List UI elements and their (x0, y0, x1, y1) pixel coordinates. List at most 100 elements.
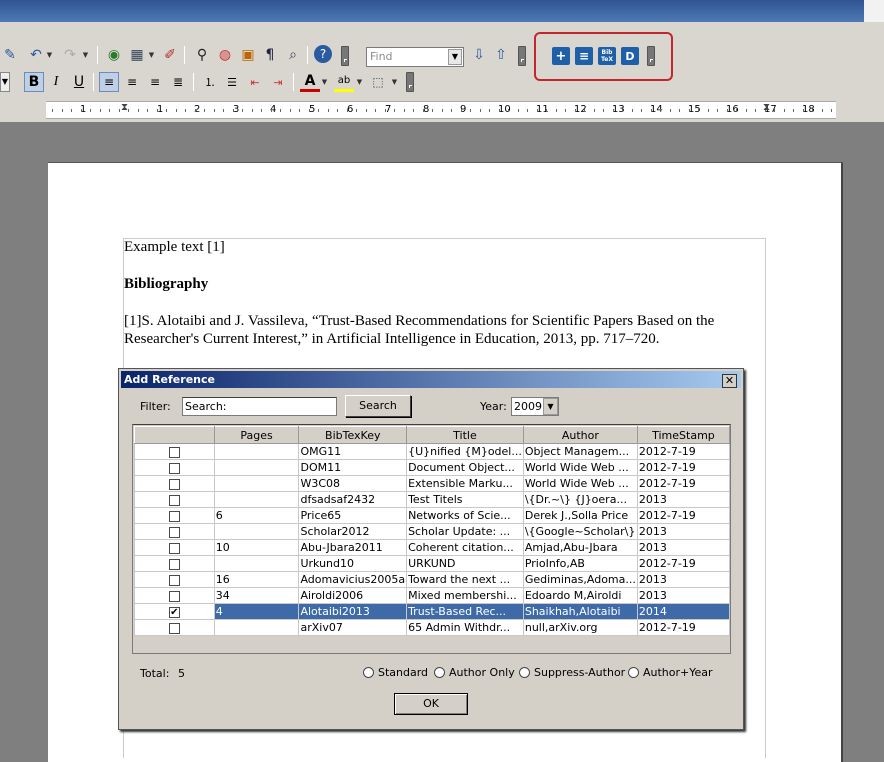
highlight-button[interactable]: ab (334, 72, 354, 92)
table-row[interactable]: 34 Airoldi2006 Mixed membershi... Edoardo M… (134, 587, 730, 604)
search-button[interactable]: Search (345, 395, 411, 417)
radio-circle-icon[interactable] (363, 667, 374, 678)
ruler-indent-marker-icon[interactable]: ⧗ (121, 102, 128, 113)
compass-icon[interactable]: ◍ (215, 45, 235, 65)
radio-author-only[interactable]: Author Only (434, 666, 515, 679)
underline-button[interactable]: U (69, 72, 89, 92)
table-icon[interactable]: ▦ (127, 45, 147, 65)
pilcrow-icon[interactable]: ¶ (260, 45, 280, 65)
ok-button[interactable]: OK (394, 693, 468, 715)
row-checkbox[interactable] (168, 478, 180, 490)
document-icon[interactable]: D (621, 47, 639, 65)
search-input[interactable]: Search: (182, 397, 337, 416)
table-row[interactable]: dfsadsaf2432 Test Titels \{Dr.~\} {J}oera.… (134, 491, 730, 508)
column-header[interactable]: Pages (213, 426, 300, 444)
justify-icon[interactable]: ≣ (168, 72, 188, 92)
toolbar-grip[interactable] (647, 46, 655, 66)
table-row[interactable]: 6 Price65 Networks of Scie... Derek J.,Soll… (134, 507, 730, 524)
doc-bibliography-heading[interactable]: Bibliography (124, 276, 208, 293)
font-color-dropdown[interactable]: ▼ (321, 72, 328, 92)
doc-reference-line-2[interactable]: Researcher's Current Interest,” in Artif… (124, 331, 659, 348)
decrease-indent-icon[interactable]: ⇤ (245, 72, 265, 92)
row-checkbox[interactable] (168, 542, 180, 554)
table-row[interactable]: 16 Adomavicius2005a Toward the next ... Ged… (134, 571, 730, 588)
radio-circle-icon[interactable] (628, 667, 639, 678)
cell-pages (213, 555, 300, 572)
navigator-icon[interactable]: ◉ (104, 45, 124, 65)
table-row[interactable]: OMG11 {U}nified {M}odel... Object Managem.… (134, 443, 730, 460)
ruler-tick (52, 109, 53, 112)
radio-suppress-author[interactable]: Suppress-Author (519, 666, 625, 679)
row-checkbox[interactable] (168, 558, 180, 570)
doc-reference-line-1[interactable]: [1]S. Alotaibi and J. Vassileva, “Trust-… (124, 313, 714, 330)
ruler[interactable]: 1 1 2 3 4 5 6 7 8 9 10 11 12 13 14 15 16 17 18 ⧗ ⧗ (46, 101, 836, 119)
draw-icon[interactable]: ✐ (160, 45, 180, 65)
redo-icon[interactable]: ↷ (60, 45, 80, 65)
table-row[interactable]: Urkund10 URKUND PrioInfo,AB 2012-7-19 (134, 555, 730, 572)
font-color-button[interactable]: A (300, 72, 320, 92)
table-row[interactable]: DOM11 Document Object... World Wide Web ..… (134, 459, 730, 476)
align-right-icon[interactable]: ≡ (145, 72, 165, 92)
radio-circle-icon[interactable] (519, 667, 530, 678)
radio-standard[interactable]: Standard (363, 666, 428, 679)
row-checkbox[interactable]: ✔ (168, 606, 180, 618)
row-checkbox[interactable] (168, 446, 180, 458)
find-up-icon[interactable]: ⇧ (491, 45, 511, 65)
toolbar-grip[interactable] (341, 46, 349, 66)
align-left-icon[interactable]: ≡ (99, 72, 119, 92)
table-row[interactable]: W3C08 Extensible Marku... World Wide Web .… (134, 475, 730, 492)
chevron-down-icon[interactable]: ▼ (543, 398, 558, 415)
reference-table[interactable]: Pages BibTexKey Title Author TimeStamp OMG11… (132, 424, 731, 654)
align-center-icon[interactable]: ≡ (122, 72, 142, 92)
bibtex-icon[interactable]: Bib TeX (598, 47, 616, 65)
row-checkbox[interactable] (168, 574, 180, 586)
gallery-icon[interactable]: ▣ (238, 45, 258, 65)
ruler-tick (641, 109, 642, 112)
doc-example-text[interactable]: Example text [1] (124, 239, 225, 256)
bullet-list-icon[interactable]: ☰ (222, 72, 242, 92)
find-dropdown-arrow-icon[interactable]: ▼ (448, 49, 462, 65)
close-icon[interactable]: ✕ (722, 374, 737, 388)
italic-button[interactable]: I (46, 72, 66, 92)
row-checkbox[interactable] (168, 510, 180, 522)
table-row[interactable]: 10 Abu-Jbara2011 Coherent citation... Amjad… (134, 539, 730, 556)
row-checkbox[interactable] (168, 462, 180, 474)
increase-indent-icon[interactable]: ⇥ (268, 72, 288, 92)
bold-button[interactable]: B (24, 72, 44, 92)
table-row[interactable]: ✔ 4 Alotaibi2013 Trust-Based Rec... Shaikhah… (134, 603, 730, 620)
style-dropdown-arrow[interactable]: ▼ (0, 72, 10, 92)
radio-author-year[interactable]: Author+Year (628, 666, 713, 679)
column-header[interactable]: TimeStamp (636, 426, 730, 444)
cell-ts: 2013 (636, 587, 730, 604)
zoom-icon[interactable]: ⌕ (283, 45, 303, 65)
help-icon[interactable]: ? (314, 45, 332, 63)
background-color-icon[interactable]: ⬚ (368, 72, 388, 92)
column-header[interactable]: BibTexKey (298, 426, 408, 444)
column-header[interactable]: Title (406, 426, 524, 444)
undo-icon[interactable]: ↶ (26, 45, 46, 65)
table-row[interactable]: arXiv07 65 Admin Withdr... null,arXiv.org 2… (134, 619, 730, 636)
undo-dropdown[interactable]: ▼ (46, 45, 53, 65)
row-checkbox[interactable] (168, 526, 180, 538)
highlight-dropdown[interactable]: ▼ (356, 72, 363, 92)
ruler-right-marker-icon[interactable]: ⧗ (763, 102, 770, 113)
radio-circle-icon[interactable] (434, 667, 445, 678)
add-citation-icon[interactable]: + (552, 47, 570, 65)
table-row[interactable]: Scholar2012 Scholar Update: ... \{Google~S… (134, 523, 730, 540)
row-checkbox[interactable] (168, 622, 180, 634)
row-checkbox[interactable] (168, 590, 180, 602)
toolbar-grip[interactable] (518, 46, 526, 66)
row-checkbox[interactable] (168, 494, 180, 506)
redo-dropdown[interactable]: ▼ (82, 45, 89, 65)
binoculars-icon[interactable]: ⚲ (192, 45, 212, 65)
bibliography-list-icon[interactable]: ≡ (575, 47, 593, 65)
table-dropdown[interactable]: ▼ (148, 45, 155, 65)
toolbar-grip[interactable] (406, 72, 414, 92)
numbered-list-icon[interactable]: ⒈ (200, 72, 220, 92)
background-dropdown[interactable]: ▼ (391, 72, 398, 92)
eraser-icon[interactable]: ✎ (0, 45, 20, 65)
find-down-icon[interactable]: ⇩ (469, 45, 489, 65)
dialog-title-bar[interactable]: Add Reference ✕ (121, 371, 741, 388)
column-header[interactable]: Author (522, 426, 638, 444)
column-header[interactable] (134, 426, 215, 444)
